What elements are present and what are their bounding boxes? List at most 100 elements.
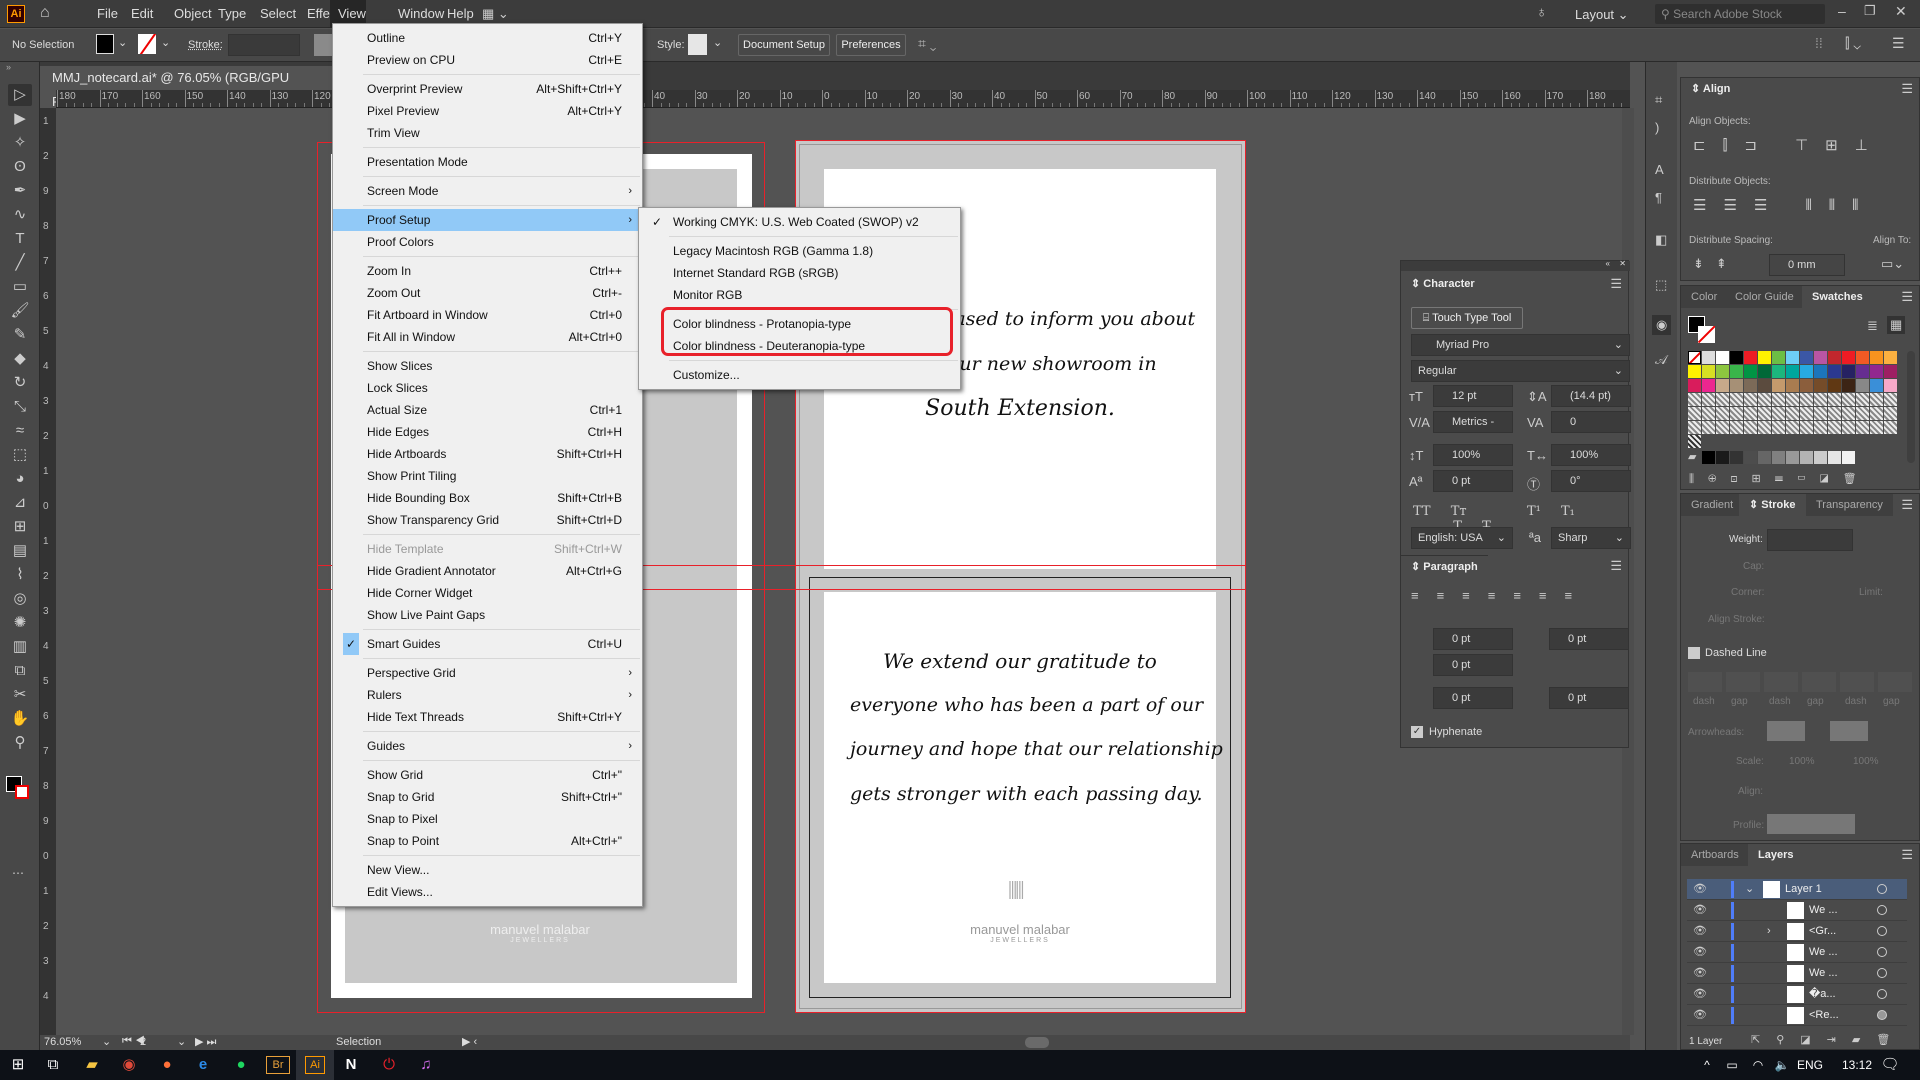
pattern-swatch[interactable] bbox=[1870, 407, 1883, 420]
swatch-library-icons[interactable]: ⫼⊕⊡⊞☰▭◪🗑 bbox=[1689, 472, 1871, 486]
column-graph-tool-icon[interactable]: ▥ bbox=[8, 636, 32, 658]
transform-icon[interactable]: ⌗ ⌄ bbox=[918, 35, 936, 52]
tab-gradient[interactable]: Gradient bbox=[1681, 494, 1744, 516]
paragraph-alignment-buttons[interactable]: ≡≡≡≡≡≡≡ bbox=[1411, 588, 1590, 603]
direct-selection-tool-icon[interactable]: ▶ bbox=[8, 108, 32, 130]
swatch[interactable] bbox=[1772, 351, 1785, 364]
hand-tool-icon[interactable]: ✋ bbox=[8, 708, 32, 730]
pattern-swatch[interactable] bbox=[1800, 421, 1813, 434]
menu-item-snap-to-point[interactable]: Snap to Point Alt+Ctrl+" bbox=[333, 830, 642, 852]
input-language[interactable]: ENG bbox=[1797, 1058, 1823, 1072]
free-transform-tool-icon[interactable]: ⬚ bbox=[8, 444, 32, 466]
swatch[interactable] bbox=[1870, 379, 1883, 392]
align-icon[interactable]: ⫿ ⌄ bbox=[1845, 35, 1861, 52]
space-before-field[interactable]: 0 pt bbox=[1433, 687, 1513, 709]
layer-row[interactable]: 👁 We ... bbox=[1687, 942, 1907, 963]
swatch[interactable] bbox=[1758, 351, 1771, 364]
pattern-swatch[interactable] bbox=[1758, 407, 1771, 420]
gradient-tool-icon[interactable]: ▤ bbox=[8, 540, 32, 562]
menu-item-presentation-mode[interactable]: Presentation Mode bbox=[333, 151, 642, 173]
menu-item-legacy-macintosh-rgb-gamma-1-8[interactable]: Legacy Macintosh RGB (Gamma 1.8) bbox=[639, 240, 960, 262]
layout-dropdown[interactable]: Layout ⌄ bbox=[1575, 7, 1629, 23]
pattern-swatch[interactable] bbox=[1814, 393, 1827, 406]
minimize-button[interactable]: – bbox=[1838, 3, 1846, 19]
align-buttons[interactable]: ⊏⫿⊐ ⊤⊞⊥ bbox=[1693, 136, 1885, 154]
menu-item-lock-slices[interactable]: Lock Slices bbox=[333, 377, 642, 399]
pattern-swatch[interactable] bbox=[1688, 435, 1701, 448]
pattern-swatch[interactable] bbox=[1744, 393, 1757, 406]
mesh-tool-icon[interactable]: ⊞ bbox=[8, 516, 32, 538]
notion-icon[interactable]: N bbox=[339, 1054, 363, 1076]
file-explorer-icon[interactable]: ▰ bbox=[80, 1054, 104, 1076]
character-rotation-field[interactable]: 0° bbox=[1551, 470, 1631, 492]
menu-item-trim-view[interactable]: Trim View bbox=[333, 122, 642, 144]
appearance-panel-icon[interactable]: ◉ bbox=[1652, 315, 1672, 335]
wifi-icon[interactable]: ◠ bbox=[1746, 1054, 1770, 1076]
chrome-icon[interactable]: ◉ bbox=[117, 1054, 141, 1076]
panel-menu-icon[interactable]: ☰ bbox=[1610, 558, 1622, 574]
chevron-right-icon[interactable]: › bbox=[1767, 921, 1771, 942]
curvature-tool-icon[interactable]: ∿ bbox=[8, 204, 32, 226]
layer-row[interactable]: 👁 �a... bbox=[1687, 984, 1907, 1005]
spacing-field[interactable]: 0 mm bbox=[1769, 254, 1845, 276]
glyphs-panel-icon[interactable]: 𝒜 bbox=[1655, 352, 1667, 368]
weight-field[interactable] bbox=[1767, 529, 1853, 551]
target-icon[interactable] bbox=[1877, 884, 1887, 894]
scale-end[interactable]: 100% bbox=[1853, 756, 1879, 767]
pattern-swatch[interactable] bbox=[1786, 421, 1799, 434]
task-view-icon[interactable]: ⧉ bbox=[41, 1054, 65, 1076]
menu-item-working-cmyk-u-s-web-coated-swop-v2[interactable]: ✓ Working CMYK: U.S. Web Coated (SWOP) v2 bbox=[639, 211, 960, 233]
scale-tool-icon[interactable]: ⤡ bbox=[8, 396, 32, 418]
menu-item-zoom-out[interactable]: Zoom Out Ctrl+- bbox=[333, 282, 642, 304]
menu-type[interactable]: Type bbox=[218, 6, 246, 21]
pattern-swatch[interactable] bbox=[1842, 393, 1855, 406]
visibility-eye-icon[interactable]: 👁 bbox=[1693, 963, 1707, 984]
tab-stroke[interactable]: ⇕ Stroke bbox=[1739, 494, 1806, 516]
font-size-field[interactable]: 12 pt bbox=[1433, 385, 1513, 407]
menu-item-show-transparency-grid[interactable]: Show Transparency Grid Shift+Ctrl+D bbox=[333, 509, 642, 531]
pattern-swatch[interactable] bbox=[1744, 407, 1757, 420]
menu-item-internet-standard-rgb-srgb[interactable]: Internet Standard RGB (sRGB) bbox=[639, 262, 960, 284]
menu-item-pixel-preview[interactable]: Pixel Preview Alt+Ctrl+Y bbox=[333, 100, 642, 122]
profile-dropdown[interactable] bbox=[1767, 814, 1855, 834]
menu-item-hide-artboards[interactable]: Hide Artboards Shift+Ctrl+H bbox=[333, 443, 642, 465]
vertical-ruler[interactable]: 1 2 9 8 7 6 5 4 3 2 1 0 1 2 3 4 5 6 7 8 9 0 1 2 3 4 bbox=[40, 108, 56, 1035]
dash-field[interactable] bbox=[1802, 672, 1836, 692]
artboards-panel-icon[interactable]: ⌗ bbox=[1655, 92, 1662, 108]
stroke-weight-field[interactable] bbox=[228, 34, 300, 56]
transform-panel-icon[interactable]: ⬚ bbox=[1655, 277, 1667, 293]
arrowhead-end[interactable] bbox=[1830, 721, 1868, 741]
pattern-swatch[interactable] bbox=[1786, 407, 1799, 420]
distribute-buttons[interactable]: ☰☰☰ ⫴⫴⫴ bbox=[1693, 196, 1875, 214]
paragraph-tab[interactable]: ⇕ Paragraph bbox=[1401, 555, 1488, 577]
grid-view-icon[interactable]: ▦ bbox=[1887, 316, 1906, 334]
tab-color-guide[interactable]: Color Guide bbox=[1725, 286, 1804, 308]
layer-name[interactable]: We ... bbox=[1809, 942, 1838, 963]
menu-item-overprint-preview[interactable]: Overprint Preview Alt+Shift+Ctrl+Y bbox=[333, 78, 642, 100]
menu-item-snap-to-pixel[interactable]: Snap to Pixel bbox=[333, 808, 642, 830]
layer-row[interactable]: 👁 › <Gr... bbox=[1687, 921, 1907, 942]
chevron-down-icon[interactable]: ⌄ bbox=[102, 1035, 111, 1048]
layer-action-icons[interactable]: ⇱⚲◪⇥▰🗑 bbox=[1751, 1033, 1906, 1046]
pattern-swatch[interactable] bbox=[1828, 407, 1841, 420]
layer-row[interactable]: 👁 We ... bbox=[1687, 900, 1907, 921]
tab-layers[interactable]: Layers bbox=[1748, 844, 1804, 866]
eraser-tool-icon[interactable]: ◆ bbox=[8, 348, 32, 370]
character-tab[interactable]: ⇕ Character bbox=[1401, 273, 1485, 295]
menu-file[interactable]: File bbox=[97, 6, 118, 21]
menu-item-smart-guides[interactable]: ✓ Smart Guides Ctrl+U bbox=[333, 633, 642, 655]
swatch[interactable] bbox=[1702, 365, 1715, 378]
menu-item-hide-text-threads[interactable]: Hide Text Threads Shift+Ctrl+Y bbox=[333, 706, 642, 728]
swatch[interactable] bbox=[1786, 351, 1799, 364]
pattern-swatch[interactable] bbox=[1730, 407, 1743, 420]
gray-swatch[interactable] bbox=[1842, 451, 1855, 464]
visibility-eye-icon[interactable]: 👁 bbox=[1693, 942, 1707, 963]
artboard-tool-icon[interactable]: ⧉ bbox=[8, 660, 32, 682]
target-icon[interactable] bbox=[1877, 968, 1887, 978]
pattern-swatch[interactable] bbox=[1702, 407, 1715, 420]
pattern-swatch[interactable] bbox=[1884, 407, 1897, 420]
swatch[interactable] bbox=[1800, 379, 1813, 392]
clock[interactable]: 13:12 bbox=[1842, 1058, 1872, 1072]
tab-transparency[interactable]: Transparency bbox=[1806, 494, 1893, 516]
swatch[interactable] bbox=[1842, 351, 1855, 364]
